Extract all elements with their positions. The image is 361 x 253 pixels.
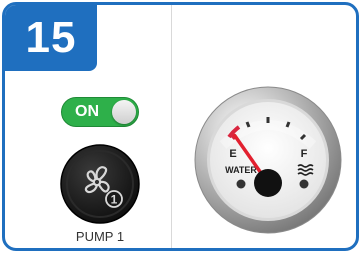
toggle-label: ON bbox=[75, 103, 99, 120]
pump-index-badge: 1 bbox=[105, 190, 123, 208]
pump-fan-graphic: 1 bbox=[60, 144, 140, 224]
gauge-indicator-left bbox=[236, 179, 246, 189]
pump-name-label: PUMP 1 bbox=[75, 229, 125, 244]
gauge-empty-label: E bbox=[229, 148, 236, 160]
gauge-hub bbox=[254, 169, 282, 197]
gauge-tick-quarter bbox=[245, 121, 251, 128]
gauge-full-label: F bbox=[301, 148, 308, 160]
pump-button[interactable]: 1 bbox=[59, 143, 141, 225]
gauge-tick-three-quarter bbox=[285, 121, 291, 128]
panel-number-badge: 15 bbox=[5, 5, 97, 71]
pump-power-toggle[interactable]: ON bbox=[61, 97, 139, 127]
svg-text:1: 1 bbox=[111, 193, 118, 207]
toggle-knob bbox=[112, 100, 136, 124]
pump-panel: 15 ON 1 PUMP 1 E F WATER bbox=[2, 2, 359, 251]
gauge-indicator-right bbox=[299, 179, 309, 189]
gauge-dial: E F WATER bbox=[194, 86, 342, 234]
panel-divider bbox=[171, 5, 172, 248]
gauge-name-label: WATER bbox=[225, 165, 257, 175]
water-gauge: E F WATER bbox=[193, 85, 343, 235]
